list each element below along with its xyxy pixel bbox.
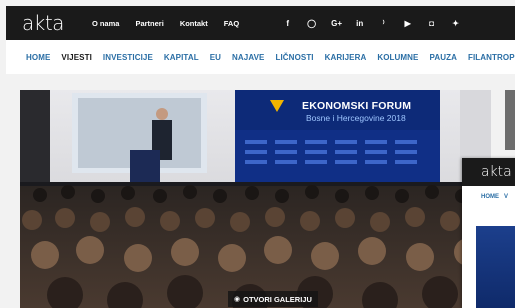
google-plus-icon[interactable]: G+ (331, 19, 342, 28)
facebook-icon[interactable]: f (283, 19, 292, 28)
main-nav: HOME VIJESTI INVESTICIJE KAPITAL EU NAJA… (6, 40, 515, 74)
side-image[interactable] (505, 90, 515, 150)
top-link-o-nama[interactable]: O nama (92, 19, 120, 28)
nav-item-filantropija[interactable]: FILANTROPIJA (468, 53, 515, 62)
instagram-icon[interactable]: ◘ (427, 19, 436, 28)
nav-item-kolumne[interactable]: KOLUMNE (377, 53, 418, 62)
site-logo[interactable]: akta (22, 11, 64, 35)
nav-item-najave[interactable]: NAJAVE (232, 53, 264, 62)
conference-photo (20, 90, 491, 308)
social-icons: f ◯ G+ in ⁾ ▶ ◘ ✦ (283, 19, 460, 28)
site-preview-thumbnail[interactable]: akta HOME V (462, 158, 515, 308)
whatsapp-icon[interactable]: ◯ (307, 19, 316, 28)
youtube-icon[interactable]: ▶ (403, 19, 412, 28)
banner-subtitle: Bosne i Hercegovine 2018 (306, 113, 406, 123)
thumbnail-image (476, 226, 515, 308)
linkedin-icon[interactable]: in (355, 19, 364, 28)
nav-item-licnosti[interactable]: LIČNOSTI (276, 53, 314, 62)
thumbnail-nav-v: V (504, 194, 509, 200)
logo-text: akta (22, 11, 64, 35)
thumbnail-top-bar: akta (462, 158, 515, 186)
rss-icon[interactable]: ⁾ (379, 19, 388, 28)
top-link-kontakt[interactable]: Kontakt (180, 19, 208, 28)
camera-icon: ◉ (234, 296, 241, 303)
nav-item-karijera[interactable]: KARIJERA (325, 53, 367, 62)
thumbnail-logo: akta (481, 164, 512, 180)
top-bar: akta O nama Partneri Kontakt FAQ f ◯ G+ … (6, 6, 515, 40)
nav-item-investicije[interactable]: INVESTICIJE (103, 53, 153, 62)
top-links: O nama Partneri Kontakt FAQ (92, 19, 239, 28)
thumbnail-nav: HOME V (462, 186, 515, 208)
nav-item-kapital[interactable]: KAPITAL (164, 53, 199, 62)
open-gallery-button[interactable]: ◉ OTVORI GALERIJU (228, 291, 318, 307)
nav-item-vijesti[interactable]: VIJESTI (61, 53, 92, 62)
page: akta O nama Partneri Kontakt FAQ f ◯ G+ … (0, 0, 515, 308)
banner-title: EKONOMSKI FORUM (302, 100, 412, 112)
hero-photo[interactable]: EKONOMSKI FORUM Bosne i Hercegovine 2018… (20, 90, 491, 308)
nav-item-pauza[interactable]: PAUZA (430, 53, 457, 62)
nav-item-home[interactable]: HOME (26, 53, 50, 62)
nav-item-eu[interactable]: EU (210, 53, 221, 62)
top-link-faq[interactable]: FAQ (224, 19, 239, 28)
top-link-partneri[interactable]: Partneri (135, 19, 163, 28)
twitter-icon[interactable]: ✦ (451, 19, 460, 28)
thumbnail-nav-home: HOME (481, 194, 499, 200)
open-gallery-label: OTVORI GALERIJU (243, 294, 312, 304)
